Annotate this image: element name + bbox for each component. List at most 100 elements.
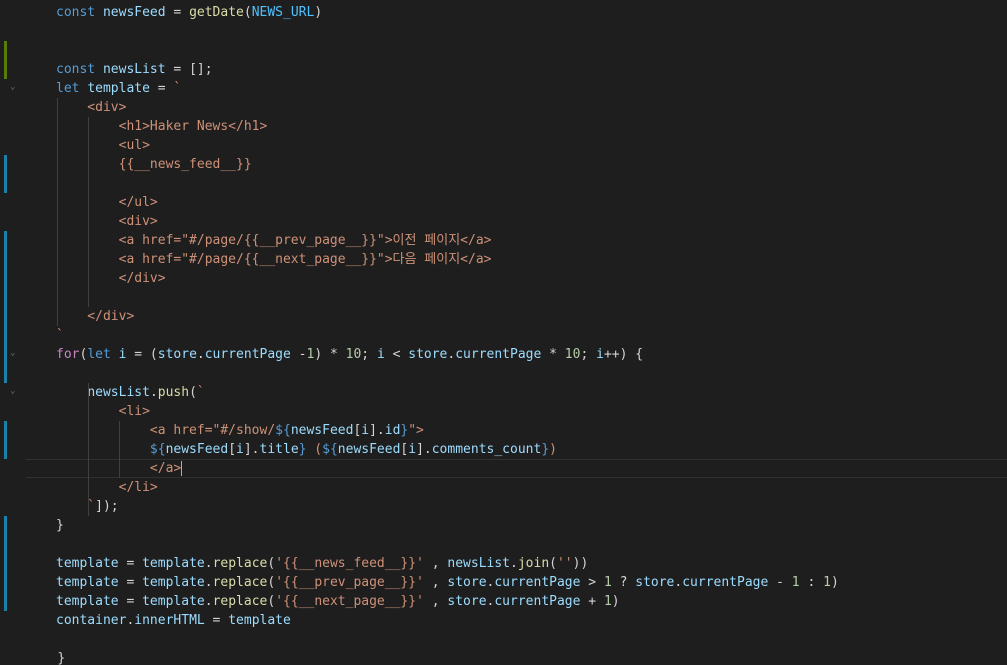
code-line[interactable]: {{__news_feed__}} xyxy=(56,155,1007,174)
code-line[interactable]: </a> xyxy=(26,459,1007,478)
code-line[interactable]: const newsFeed = getDate(NEWS_URL) xyxy=(56,3,1007,22)
code-token: - xyxy=(768,575,792,590)
code-token: comments_count xyxy=(431,442,542,457)
code-line[interactable] xyxy=(56,535,1007,554)
code-token: newsList xyxy=(102,62,166,77)
gutter-change-marker[interactable] xyxy=(4,516,7,611)
code-token: . xyxy=(149,385,158,400)
code-token: ) xyxy=(611,594,620,609)
code-line[interactable]: ` xyxy=(56,326,1007,345)
text-cursor xyxy=(181,461,183,476)
code-token: )) xyxy=(572,556,589,571)
code-token: ? xyxy=(611,575,636,590)
code-line[interactable]: </li> xyxy=(56,478,1007,497)
code-editor[interactable]: ⌄ ⌄ ⌄ const newsFeed = getDate(NEWS_URL) co… xyxy=(0,0,1007,665)
code-line[interactable] xyxy=(56,41,1007,60)
code-token: ( xyxy=(306,442,323,457)
code-line[interactable] xyxy=(56,174,1007,193)
code-line[interactable]: </div> xyxy=(56,307,1007,326)
code-token: <div> xyxy=(56,214,158,229)
code-token: newsFeed xyxy=(290,423,354,438)
fold-chevron-icon[interactable]: ⌄ xyxy=(10,386,15,396)
code-token: i xyxy=(361,423,370,438)
code-line[interactable]: <h1>Haker News</h1> xyxy=(56,117,1007,136)
code-line[interactable]: <li> xyxy=(56,402,1007,421)
code-token: join xyxy=(517,556,550,571)
code-line[interactable]: newsList.push(` xyxy=(56,383,1007,402)
code-line[interactable]: <a href="#/page/{{__next_page__}}">다음 페이… xyxy=(56,250,1007,269)
code-line[interactable]: let template = ` xyxy=(56,79,1007,98)
code-token: = xyxy=(149,81,174,96)
code-token: 1 xyxy=(791,575,800,590)
code-line[interactable]: <div> xyxy=(56,98,1007,117)
code-token: ]. xyxy=(369,423,385,438)
code-line[interactable]: template = template.replace('{{__news_fe… xyxy=(56,554,1007,573)
code-line[interactable] xyxy=(56,22,1007,41)
code-line-closing-brace[interactable]: } xyxy=(26,630,1007,665)
code-token: newsFeed xyxy=(337,442,401,457)
code-line[interactable] xyxy=(56,288,1007,307)
code-token: ` xyxy=(196,385,205,400)
code-token: = []; xyxy=(165,62,213,77)
code-line[interactable]: </ul> xyxy=(56,193,1007,212)
code-token: < xyxy=(384,347,409,362)
code-token: [ xyxy=(228,442,237,457)
code-token: ` xyxy=(56,499,96,514)
code-token: id xyxy=(384,423,401,438)
code-line[interactable]: <div> xyxy=(56,212,1007,231)
code-token: newsFeed xyxy=(102,5,166,20)
code-token: ++) { xyxy=(603,347,644,362)
code-token: ; xyxy=(361,347,377,362)
code-token: 1 xyxy=(603,575,612,590)
code-line[interactable]: `]); xyxy=(56,497,1007,516)
code-token: {{__news_feed__}} xyxy=(56,157,252,172)
code-token: = xyxy=(118,575,143,590)
code-line[interactable]: <a href="#/page/{{__prev_page__}}">이전 페이… xyxy=(56,231,1007,250)
code-token: let xyxy=(87,347,111,362)
code-token: ( xyxy=(267,556,276,571)
code-token: const xyxy=(56,5,96,20)
code-token: </div> xyxy=(56,309,135,324)
fold-chevron-icon[interactable]: ⌄ xyxy=(10,348,15,358)
code-token: ; xyxy=(580,347,597,362)
code-line[interactable]: <a href="#/show/${newsFeed[i].id}"> xyxy=(56,421,1007,440)
code-line[interactable]: for(let i = (store.currentPage -1) * 10;… xyxy=(56,345,1007,364)
code-token: 1 xyxy=(603,594,612,609)
code-token: i xyxy=(376,347,385,362)
code-line[interactable]: template = template.replace('{{__next_pa… xyxy=(56,592,1007,611)
code-line[interactable]: const newsList = []; xyxy=(56,60,1007,79)
code-token: replace xyxy=(212,594,268,609)
gutter-change-marker[interactable] xyxy=(4,41,7,79)
code-line[interactable] xyxy=(56,364,1007,383)
code-token: '' xyxy=(556,556,573,571)
gutter-change-marker[interactable] xyxy=(4,231,7,383)
code-token: 10 xyxy=(564,347,581,362)
code-token: . xyxy=(204,575,213,590)
code-line[interactable]: </div> xyxy=(56,269,1007,288)
code-token: currentPage xyxy=(455,347,542,362)
code-token: template xyxy=(142,594,205,609)
code-line[interactable]: ${newsFeed[i].title} (${newsFeed[i].comm… xyxy=(56,440,1007,459)
fold-chevron-icon[interactable]: ⌄ xyxy=(10,82,15,92)
code-token: = xyxy=(204,613,229,628)
code-token: } xyxy=(56,518,64,533)
code-line[interactable]: template = template.replace('{{__prev_pa… xyxy=(56,573,1007,592)
code-token: template xyxy=(228,613,291,628)
indent-guide xyxy=(88,383,89,516)
gutter-change-marker[interactable] xyxy=(4,155,7,193)
code-token: <a href="#/page/{{__next_page__}}">다음 페이… xyxy=(56,252,492,267)
code-token: newsList xyxy=(447,556,511,571)
code-token: innerHTML xyxy=(134,613,205,628)
code-token: ( xyxy=(243,5,252,20)
code-token: = xyxy=(118,594,143,609)
code-token: : xyxy=(799,575,824,590)
code-line[interactable]: container.innerHTML = template xyxy=(56,611,1007,630)
code-token: <li> xyxy=(56,404,150,419)
gutter-change-marker[interactable] xyxy=(4,421,7,459)
code-token: + xyxy=(580,594,604,609)
code-line[interactable]: <ul> xyxy=(56,136,1007,155)
code-line[interactable]: } xyxy=(56,516,1007,535)
